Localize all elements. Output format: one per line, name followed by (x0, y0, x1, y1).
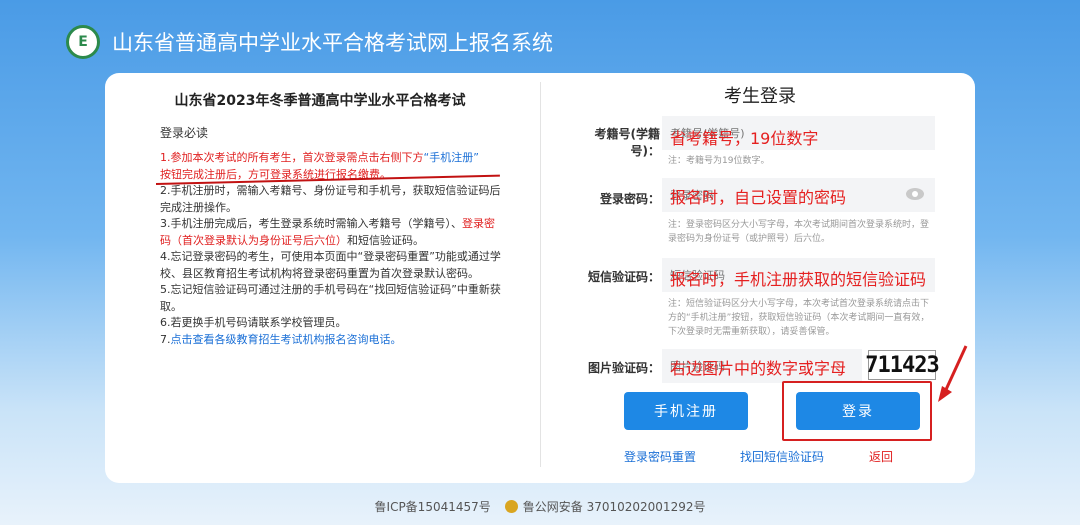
exam-no-label: 考籍号(学籍号)： (594, 127, 661, 158)
recover-sms-link[interactable]: 找回短信验证码 (740, 448, 824, 465)
back-link[interactable]: 返回 (869, 448, 893, 465)
rule-2: 2.手机注册时，需输入考籍号、身份证号和手机号，获取短信验证码后完成注册操作。 (160, 184, 501, 214)
police-badge-icon (504, 500, 518, 513)
captcha-input[interactable] (662, 349, 862, 383)
sms-code-input[interactable] (662, 258, 935, 292)
divider (540, 82, 541, 467)
phone-register-button[interactable]: 手机注册 (624, 392, 748, 430)
rule-4: 4.忘记登录密码的考生，可使用本页面中“登录密码重置”功能或通过学校、县区教育招… (160, 250, 501, 280)
password-label: 登录密码： (599, 192, 660, 206)
sms-label: 短信验证码： (587, 270, 660, 284)
reset-password-link[interactable]: 登录密码重置 (624, 448, 696, 465)
captcha-label: 图片验证码： (587, 361, 660, 375)
eye-icon[interactable] (906, 188, 924, 200)
police-record[interactable]: 鲁公网安备 37010202001292号 (523, 500, 706, 514)
exam-no-note: 注：考籍号为19位数字。 (668, 156, 770, 166)
exam-no-input[interactable] (662, 116, 935, 150)
login-title: 考生登录 (724, 86, 796, 107)
sms-note: 注：短信验证码区分大小写字母，本次考试首次登录系统请点击下方的“手机注册”按钮，… (668, 299, 930, 337)
captcha-image[interactable]: 711423 (865, 350, 940, 380)
logo: E (66, 25, 100, 59)
icp-record[interactable]: 鲁ICP备15041457号 (375, 500, 491, 514)
rule-6: 6.若更换手机号码请联系学校管理员。 (160, 316, 347, 329)
rule-3: 3.手机注册完成后，考生登录系统时需输入考籍号（学籍号）、登录密码（首次登录默认… (160, 217, 495, 247)
password-note: 注：登录密码区分大小写字母，本次考试期间首次登录系统时，登录密码为身份证号（或护… (668, 220, 930, 244)
password-input[interactable] (662, 178, 935, 212)
consult-phone-link[interactable]: 点击查看各级教育招生考试机构报名咨询电话。 (171, 333, 402, 346)
site-title: 山东省普通高中学业水平合格考试网上报名系统 (112, 31, 553, 55)
exam-title: 山东省2023年冬季普通高中学业水平合格考试 (174, 93, 466, 109)
rule-5: 5.忘记短信验证码可通过注册的手机号码在“找回短信验证码”中重新获取。 (160, 283, 501, 313)
phone-register-link[interactable]: “手机注册” (424, 151, 479, 164)
page-header: E 山东省普通高中学业水平合格考试网上报名系统 (66, 22, 553, 62)
arrow-annotation-icon (938, 345, 968, 402)
must-read-heading: 登录必读 (160, 126, 209, 140)
footer: 鲁ICP备15041457号 鲁公网安备 37010202001292号 (0, 498, 1080, 515)
login-highlight-box (782, 381, 932, 441)
rule-7: 7.点击查看各级教育招生考试机构报名咨询电话。 (160, 332, 402, 346)
